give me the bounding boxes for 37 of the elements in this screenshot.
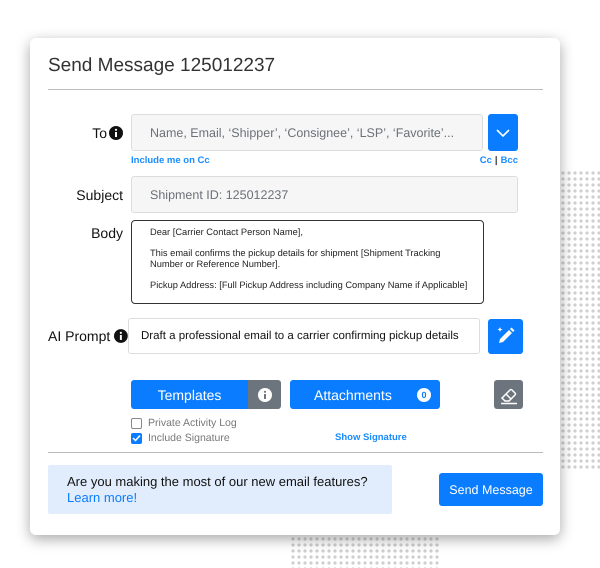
field-label: Body <box>91 225 123 241</box>
generate-button[interactable] <box>488 318 523 354</box>
chevron-down-icon <box>496 128 510 136</box>
body-paragraph: Dear [Carrier Contact Person Name], <box>150 227 304 238</box>
cc-link[interactable]: Cc <box>480 155 492 166</box>
clear-button[interactable] <box>494 380 523 409</box>
field-label: AI Prompt <box>48 328 110 344</box>
learn-more-link[interactable]: Learn more! <box>67 490 138 505</box>
subject-field[interactable]: Shipment ID: 125012237 <box>131 176 518 213</box>
banner-text: Are you making the most of our new email features? Learn more! <box>67 474 369 506</box>
count-badge: 0 <box>417 388 431 402</box>
attachments-button[interactable]: Attachments 0 <box>290 380 440 409</box>
templates-button[interactable]: Templates <box>131 380 248 409</box>
templates-info-button[interactable] <box>248 380 281 409</box>
info-icon <box>258 388 272 402</box>
dropdown-button[interactable] <box>488 114 518 151</box>
window-title: Send Message 125012237 <box>48 54 276 78</box>
magic-pen-icon <box>496 326 516 346</box>
field-label: To <box>92 124 107 140</box>
message-body-field[interactable] <box>131 220 484 304</box>
check-icon <box>132 434 141 442</box>
info-icon <box>114 329 128 343</box>
checkbox[interactable] <box>131 432 142 444</box>
recipient-field[interactable]: Name, Email, ‘Shipper’, ‘Consignee’, ‘LSP’, ‘Favorite’... <box>131 114 483 151</box>
include-me-link[interactable]: Include me on Cc <box>131 155 210 166</box>
bcc-link[interactable]: Bcc <box>500 155 518 166</box>
checkbox-label: Include Signature <box>148 432 230 444</box>
body-paragraph: Pickup Address: [Full Pickup Address including Company Name if Applicable] <box>150 280 468 291</box>
info-icon <box>109 126 123 140</box>
send-message-button[interactable]: Send Message <box>439 473 543 506</box>
show-signature-link[interactable]: Show Signature <box>335 432 407 443</box>
prompt-field[interactable]: Draft a professional email to a carrier confirming pickup details <box>128 318 480 354</box>
checkbox-label: Private Activity Log <box>148 417 237 429</box>
separator: | <box>494 155 498 166</box>
body-paragraph: This email confirms the pickup details for shipment [Shipment Tracking Number or Reference Number]. <box>150 248 442 270</box>
checkbox[interactable] <box>131 418 142 428</box>
field-label: Subject <box>76 186 123 202</box>
